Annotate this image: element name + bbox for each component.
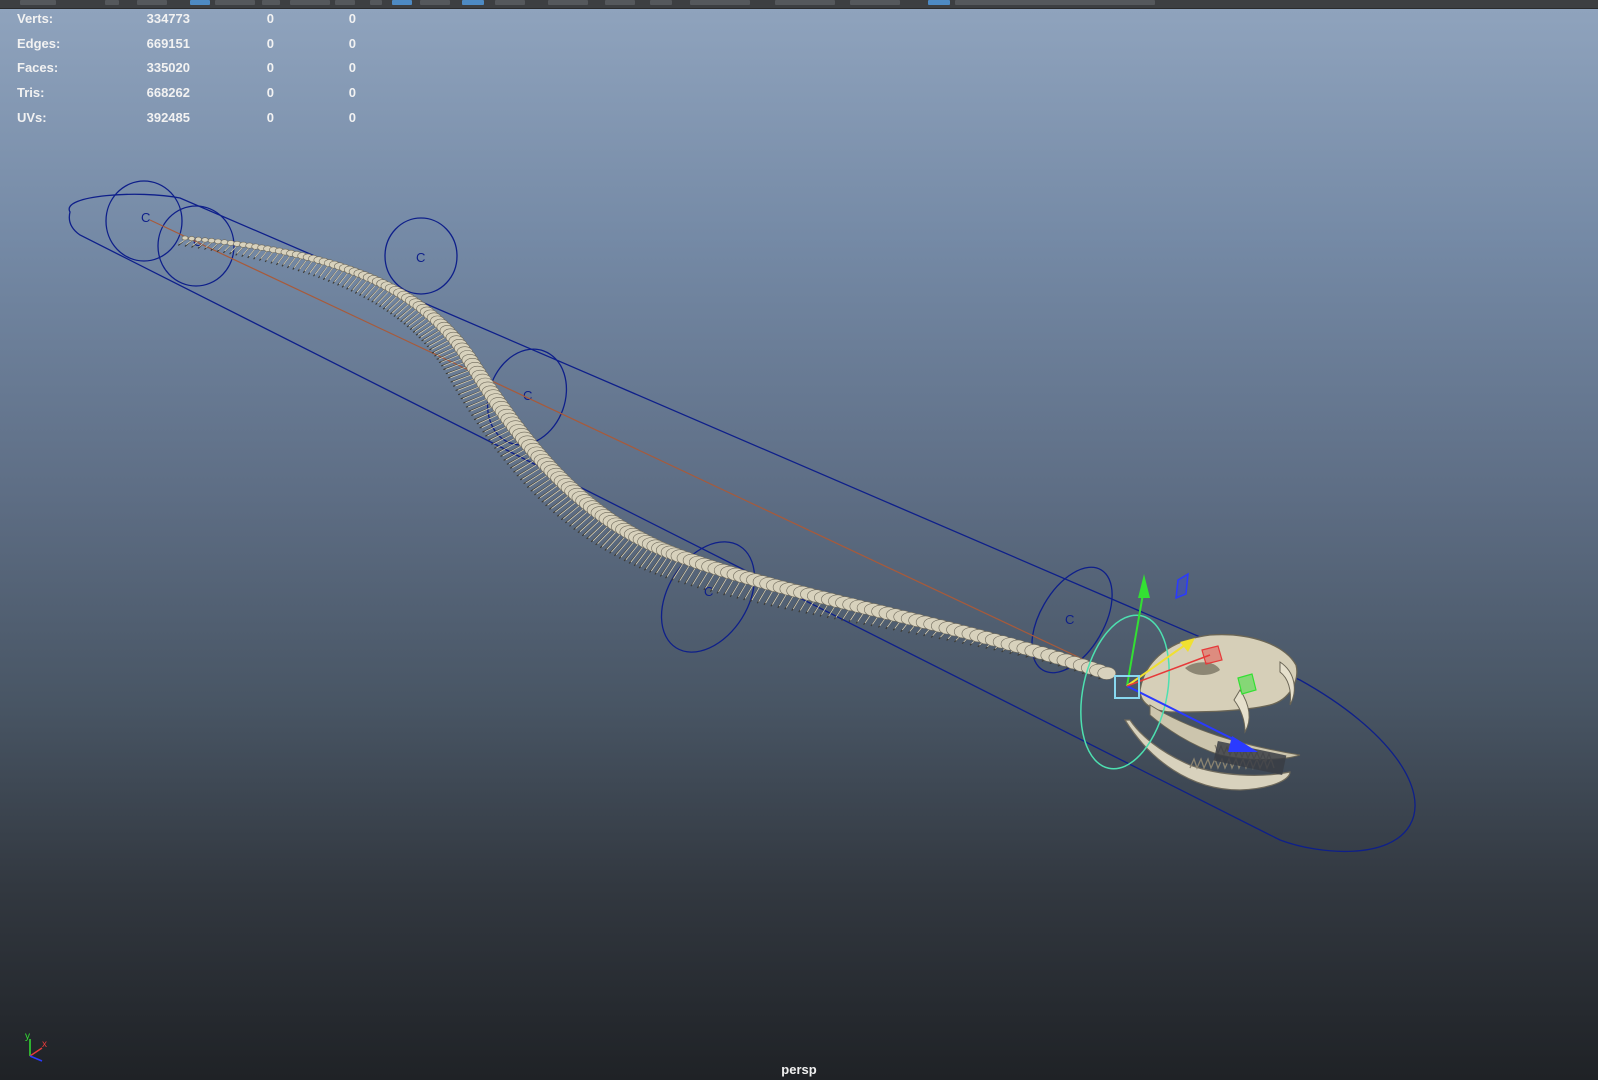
rib-highlight	[288, 256, 297, 267]
rib-highlight	[211, 243, 219, 250]
spine-vertebrae	[181, 235, 1117, 680]
rib-highlight	[254, 249, 262, 258]
camera-name-label: persp	[781, 1062, 817, 1077]
toolbar-button[interactable]	[548, 0, 588, 5]
toolbar-button[interactable]	[190, 0, 210, 5]
hud-selected: 0	[266, 109, 274, 125]
toolbar-button[interactable]	[215, 0, 255, 5]
z-arrow-icon[interactable]	[1228, 736, 1258, 752]
hud-selected: 0	[266, 85, 274, 101]
rib-bones	[177, 239, 1107, 680]
rib-highlight	[224, 244, 231, 252]
hud-label: Edges:	[17, 35, 61, 51]
hud-row: Verts: 334773 0 0	[17, 10, 356, 35]
toolbar-button[interactable]	[462, 0, 484, 5]
rib-highlight	[260, 250, 268, 260]
rib-highlight	[185, 240, 192, 245]
toolbar-button[interactable]	[20, 0, 56, 5]
vertebra	[207, 238, 216, 244]
rib-highlight	[218, 243, 225, 251]
vertebra	[201, 237, 209, 243]
hud-subset: 0	[348, 11, 356, 26]
z-axis-line	[29, 1055, 43, 1062]
spine-control-1[interactable]: C	[105, 180, 183, 262]
toolbar-button[interactable]	[775, 0, 835, 5]
spine-control-3[interactable]: C	[384, 217, 458, 295]
hud-subset: 0	[348, 109, 356, 125]
rib-highlight	[242, 247, 250, 256]
rib-highlight	[266, 251, 274, 261]
x-axis-label: x	[42, 1039, 47, 1050]
hud-selected: 0	[266, 35, 274, 51]
rib-highlight	[248, 248, 256, 257]
rib-highlight	[283, 254, 291, 265]
vertebra	[188, 236, 196, 242]
toolbar-button[interactable]	[105, 0, 119, 5]
hud-selected: 0	[266, 60, 274, 76]
rib-highlight	[271, 252, 280, 262]
hud-subset: 0	[348, 85, 356, 101]
vertebra	[194, 236, 202, 242]
toolbar-button[interactable]	[290, 0, 330, 5]
toolbar-field[interactable]	[955, 0, 1155, 5]
view-axis-indicator: y x	[25, 1031, 47, 1062]
x-plane-icon[interactable]	[1201, 645, 1223, 665]
hud-selected: 0	[266, 11, 274, 26]
hud-label: Verts:	[17, 11, 54, 26]
hud-row: Faces: 335020 0 0	[17, 59, 356, 84]
y-arrow-icon[interactable]	[1138, 574, 1150, 598]
toolbar-button[interactable]	[262, 0, 280, 5]
rib-highlight	[277, 253, 286, 264]
hud-row: UVs: 392485 0 0	[17, 109, 356, 134]
viewport-toolbar	[0, 0, 1598, 9]
rib-highlight	[236, 246, 244, 254]
hud-label: Faces:	[17, 60, 59, 76]
hud-subset: 0	[348, 60, 356, 76]
toolbar-button[interactable]	[605, 0, 635, 5]
vertebra	[214, 238, 222, 245]
toolbar-button[interactable]	[850, 0, 900, 5]
toolbar-button[interactable]	[928, 0, 950, 5]
y-plane-icon[interactable]	[1237, 673, 1257, 695]
z-plane-icon[interactable]	[1175, 572, 1189, 600]
control-ring-label: C	[523, 388, 532, 403]
control-ring-label: C	[141, 210, 150, 225]
y-axis-handle[interactable]	[1126, 587, 1145, 687]
vertebra	[220, 239, 229, 245]
hud-total: 669151	[146, 35, 190, 51]
hud-row: Edges: 669151 0 0	[17, 35, 356, 60]
toolbar-button[interactable]	[650, 0, 672, 5]
ik-spline-curve[interactable]	[149, 219, 1111, 673]
rib-highlight	[304, 260, 314, 272]
toolbar-button[interactable]	[420, 0, 450, 5]
toolbar-button[interactable]	[335, 0, 355, 5]
toolbar-button[interactable]	[392, 0, 412, 5]
rib-highlight	[299, 258, 308, 270]
toolbar-button[interactable]	[690, 0, 750, 5]
vertebra	[1097, 666, 1117, 680]
hud-label: Tris:	[17, 85, 45, 101]
control-ring-label: C	[704, 584, 713, 599]
scene-canvas[interactable]: CCCCCC	[0, 9, 1598, 1080]
hud-label: UVs:	[17, 109, 47, 125]
vertebra	[181, 235, 189, 241]
toolbar-button[interactable]	[370, 0, 382, 5]
hud-total: 334773	[146, 11, 190, 26]
toolbar-button[interactable]	[137, 0, 167, 5]
perspective-viewport[interactable]: CCCCCC	[0, 9, 1598, 1080]
toolbar-button[interactable]	[495, 0, 525, 5]
poly-count-hud: Verts: 334773 0 0 Edges: 669151 0 0 Faces: 335020…	[17, 10, 356, 133]
rib-highlight	[179, 239, 186, 244]
control-ring-label: C	[1065, 612, 1074, 627]
control-ring-label: C	[416, 250, 425, 265]
hud-total: 668262	[146, 85, 190, 101]
hud-subset: 0	[348, 35, 356, 51]
rib-highlight	[293, 257, 303, 269]
hud-row: Tris: 668262 0 0	[17, 84, 356, 109]
hud-total: 335020	[146, 60, 190, 76]
hud-total: 392485	[146, 109, 190, 125]
x-axis-line	[29, 1047, 43, 1057]
y-axis-label: y	[25, 1031, 30, 1042]
